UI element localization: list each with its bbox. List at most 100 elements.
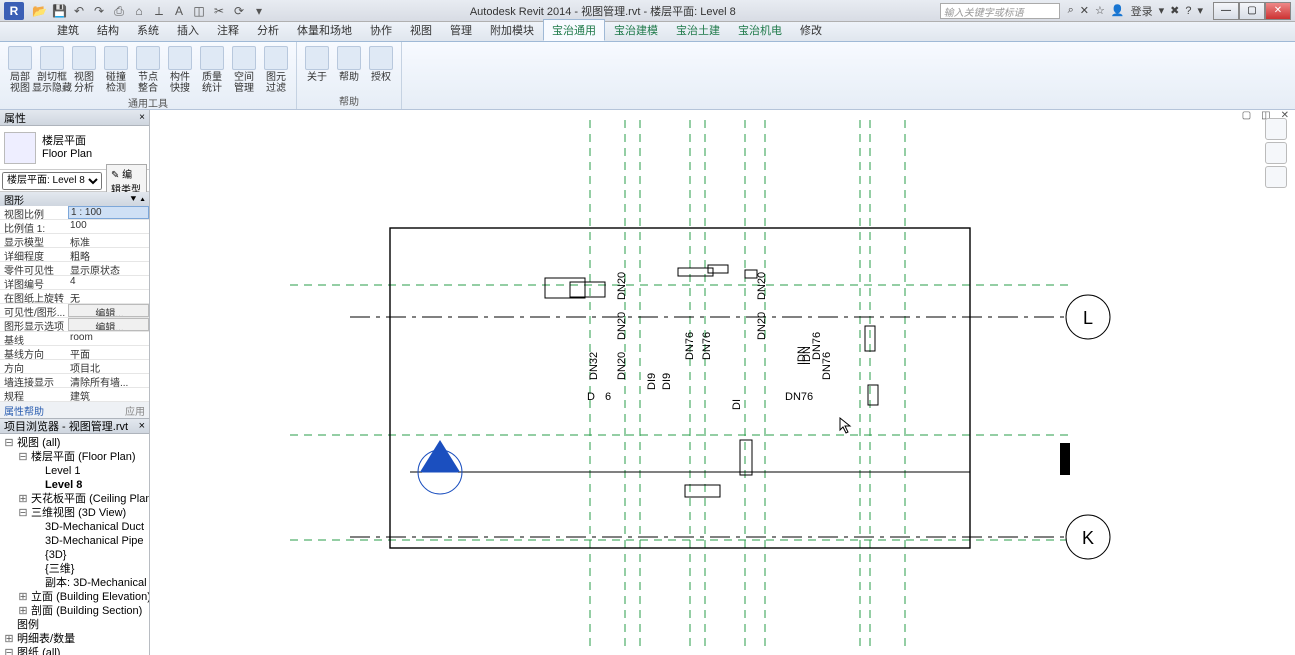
property-row[interactable]: 在图纸上旋转无 xyxy=(0,290,149,304)
tab-9[interactable]: 管理 xyxy=(441,19,481,41)
property-help-link[interactable]: 属性帮助 xyxy=(4,403,44,418)
ribbon-button[interactable]: 节点整合 xyxy=(134,44,162,94)
tab-11[interactable]: 宝治通用 xyxy=(543,19,605,41)
tab-13[interactable]: 宝治土建 xyxy=(667,19,729,41)
ribbon-button[interactable]: 关于 xyxy=(303,44,331,92)
qat-icon[interactable]: ⟳ xyxy=(232,4,246,18)
property-row[interactable]: 显示模型标准 xyxy=(0,234,149,248)
grid-bubble-L[interactable]: L xyxy=(1066,295,1110,339)
property-row[interactable]: 详细程度粗略 xyxy=(0,248,149,262)
ribbon-button[interactable]: 授权 xyxy=(367,44,395,92)
qat-icon[interactable]: ⟂ xyxy=(152,4,166,18)
qat-icon[interactable]: ◫ xyxy=(192,4,206,18)
tree-node[interactable]: ⊞ 天花板平面 (Ceiling Plan) xyxy=(0,492,149,506)
ribbon-button[interactable]: 局部视图 xyxy=(6,44,34,94)
help-icon[interactable]: ? xyxy=(1185,5,1191,17)
tree-node[interactable]: ⊟ 图纸 (all) xyxy=(0,646,149,655)
tab-0[interactable]: 建筑 xyxy=(48,19,88,41)
project-browser-tree[interactable]: ⊟ 视图 (all)⊟ 楼层平面 (Floor Plan) Level 1 Le… xyxy=(0,434,149,655)
qat-save-icon[interactable]: 💾 xyxy=(52,4,66,18)
qat-redo-icon[interactable]: ↷ xyxy=(92,4,106,18)
tree-node[interactable]: ⊞ 立面 (Building Elevation) xyxy=(0,590,149,604)
tree-node[interactable]: Level 1 xyxy=(0,464,149,478)
tree-node[interactable]: 3D-Mechanical Pipe xyxy=(0,534,149,548)
qat-icon[interactable]: ⌂ xyxy=(132,4,146,18)
favorite-icon[interactable]: ☆ xyxy=(1095,4,1105,17)
qat-open-icon[interactable]: 📂 xyxy=(32,4,46,18)
property-row[interactable]: 基线room xyxy=(0,332,149,346)
property-row[interactable]: 零件可见性显示原状态 xyxy=(0,262,149,276)
ribbon-button[interactable]: 空间管理 xyxy=(230,44,258,94)
tree-node[interactable]: 3D-Mechanical Duct xyxy=(0,520,149,534)
tree-node[interactable]: {三维} xyxy=(0,562,149,576)
close-icon[interactable]: × xyxy=(139,112,145,123)
user-icon[interactable]: 👤 xyxy=(1111,4,1125,17)
property-row[interactable]: 图形显示选项编辑... xyxy=(0,318,149,332)
property-row[interactable]: 比例值 1:100 xyxy=(0,220,149,234)
ribbon-button[interactable]: 质量统计 xyxy=(198,44,226,94)
nav-wheel-icon[interactable] xyxy=(1265,142,1287,164)
section-marker[interactable] xyxy=(418,440,462,494)
tab-3[interactable]: 插入 xyxy=(168,19,208,41)
tab-2[interactable]: 系统 xyxy=(128,19,168,41)
close-button[interactable]: ✕ xyxy=(1265,2,1291,20)
qat-icon[interactable]: A xyxy=(172,4,186,18)
tab-6[interactable]: 体量和场地 xyxy=(288,19,361,41)
tree-node[interactable]: ⊟ 楼层平面 (Floor Plan) xyxy=(0,450,149,464)
apply-button[interactable]: 应用 xyxy=(125,403,145,418)
tab-4[interactable]: 注释 xyxy=(208,19,248,41)
qat-print-icon[interactable]: ⎙ xyxy=(112,4,126,18)
property-category[interactable]: 图形⯆ ▴ xyxy=(0,192,149,206)
property-row[interactable]: 基线方向平面 xyxy=(0,346,149,360)
instance-selector[interactable]: 楼层平面: Level 8 xyxy=(2,172,102,190)
qat-icon[interactable]: ✂ xyxy=(212,4,226,18)
search-input[interactable]: 输入关键字或标语 xyxy=(940,3,1060,19)
grid-bubble-K[interactable]: K xyxy=(1066,515,1110,559)
nav-pan-icon[interactable] xyxy=(1265,166,1287,188)
dropdown-icon[interactable]: ▾ xyxy=(1159,4,1165,17)
property-row[interactable]: 方向项目北 xyxy=(0,360,149,374)
properties-header: 属性 × xyxy=(0,110,149,126)
minimize-button[interactable]: — xyxy=(1213,2,1239,20)
app-menu-button[interactable]: R xyxy=(4,2,24,20)
ribbon-button[interactable]: 帮助 xyxy=(335,44,363,92)
tree-node[interactable]: 副本: 3D-Mechanical Du... xyxy=(0,576,149,590)
tab-14[interactable]: 宝治机电 xyxy=(729,19,791,41)
property-row[interactable]: 规程建筑 xyxy=(0,388,149,402)
subscription-icon[interactable]: ⌕ xyxy=(1068,4,1074,17)
drawing-canvas[interactable]: ▢ ◫ ✕ xyxy=(150,110,1295,655)
maximize-button[interactable]: ▢ xyxy=(1239,2,1265,20)
tab-12[interactable]: 宝治建模 xyxy=(605,19,667,41)
ribbon-button[interactable]: 构件快搜 xyxy=(166,44,194,94)
ribbon-button[interactable]: 图元过滤 xyxy=(262,44,290,94)
exchange-apps-icon[interactable]: ✖ xyxy=(1170,4,1179,17)
qat-dropdown-icon[interactable]: ▾ xyxy=(252,4,266,18)
property-row[interactable]: 墙连接显示清除所有墙... xyxy=(0,374,149,388)
tree-node[interactable]: 图例 xyxy=(0,618,149,632)
tab-1[interactable]: 结构 xyxy=(88,19,128,41)
tab-10[interactable]: 附加模块 xyxy=(481,19,543,41)
tab-8[interactable]: 视图 xyxy=(401,19,441,41)
ribbon-button[interactable]: 碰撞检测 xyxy=(102,44,130,94)
tree-node[interactable]: ⊞ 明细表/数量 xyxy=(0,632,149,646)
dropdown-icon[interactable]: ▾ xyxy=(1197,4,1203,17)
tree-node[interactable]: Level 8 xyxy=(0,478,149,492)
property-row[interactable]: 详图编号4 xyxy=(0,276,149,290)
ribbon-button[interactable]: 视图分析 xyxy=(70,44,98,94)
login-link[interactable]: 登录 xyxy=(1131,3,1153,19)
tree-node[interactable]: ⊟ 视图 (all) xyxy=(0,436,149,450)
exchange-icon[interactable]: ✕ xyxy=(1080,4,1089,17)
qat-undo-icon[interactable]: ↶ xyxy=(72,4,86,18)
nav-home-icon[interactable] xyxy=(1265,118,1287,140)
tab-5[interactable]: 分析 xyxy=(248,19,288,41)
ribbon-button[interactable]: 剖切框显示隐藏 xyxy=(38,44,66,94)
tree-node[interactable]: ⊟ 三维视图 (3D View) xyxy=(0,506,149,520)
tab-15[interactable]: 修改 xyxy=(791,19,831,41)
close-icon[interactable]: × xyxy=(139,420,145,432)
property-row[interactable]: 可见性/图形...编辑... xyxy=(0,304,149,318)
property-row[interactable]: 视图比例1 : 100 xyxy=(0,206,149,220)
ribbon: 局部视图剖切框显示隐藏视图分析碰撞检测节点整合构件快搜质量统计空间管理图元过滤 … xyxy=(0,42,1295,110)
tree-node[interactable]: ⊞ 剖面 (Building Section) xyxy=(0,604,149,618)
tree-node[interactable]: {3D} xyxy=(0,548,149,562)
tab-7[interactable]: 协作 xyxy=(361,19,401,41)
